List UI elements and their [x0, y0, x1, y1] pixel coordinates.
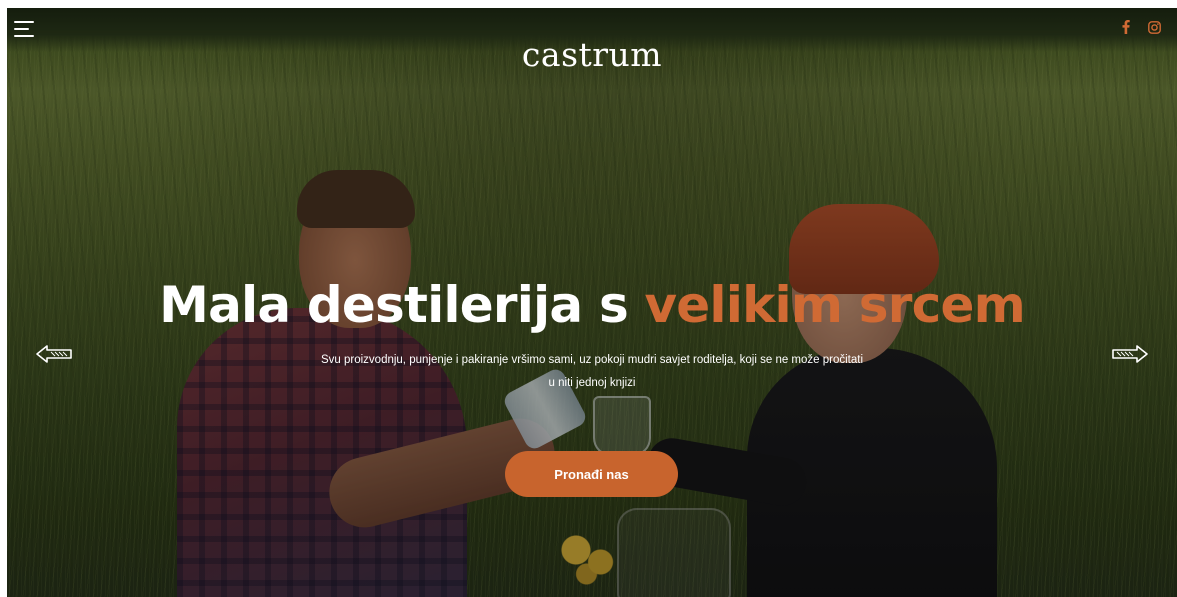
- hero-subtext: Svu proizvodnju, punjenje i pakiranje vr…: [7, 349, 1177, 395]
- subtext-line-1: Svu proizvodnju, punjenje i pakiranje vr…: [320, 354, 864, 366]
- brand-logo[interactable]: castrum: [7, 35, 1177, 74]
- facebook-icon[interactable]: [1119, 20, 1133, 34]
- headline-plain: Mala destilerija s: [159, 276, 645, 334]
- subtext-line-2: u niti jednoj knjizi: [548, 377, 636, 389]
- arrow-left-icon[interactable]: [35, 343, 75, 365]
- social-links: [1119, 20, 1161, 34]
- hero-section: castrum Mala destilerija s velikim srcem…: [7, 8, 1177, 597]
- find-us-button[interactable]: Pronađi nas: [505, 451, 678, 497]
- arrow-right-icon[interactable]: [1109, 343, 1149, 365]
- instagram-icon[interactable]: [1147, 20, 1161, 34]
- headline-accent: velikim srcem: [644, 276, 1026, 334]
- hero-headline: Mala destilerija s velikim srcem: [7, 276, 1177, 334]
